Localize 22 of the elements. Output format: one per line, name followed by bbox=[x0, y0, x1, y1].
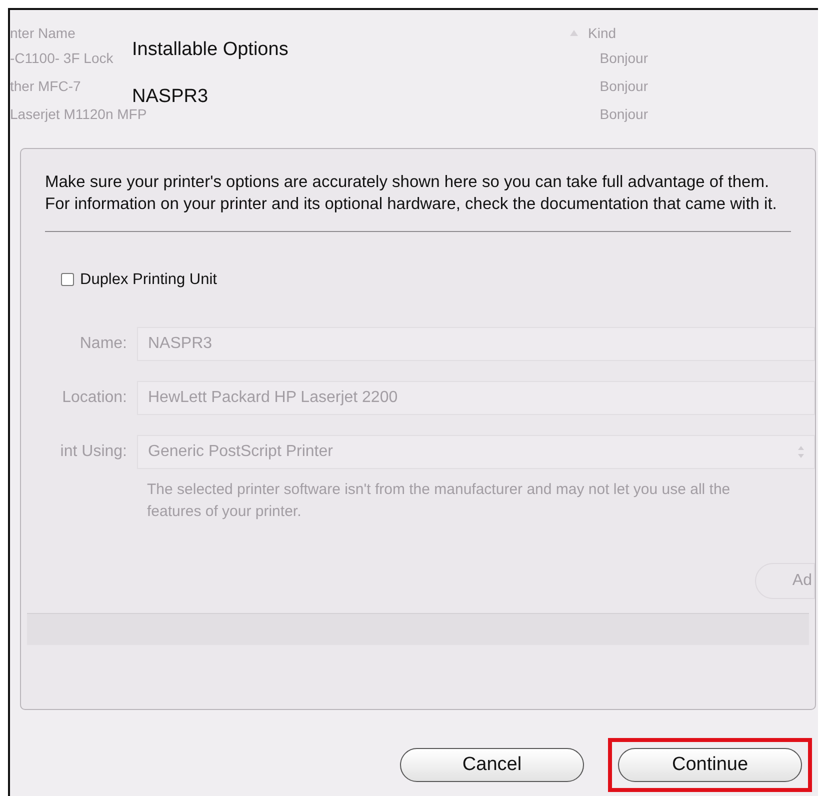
field-label: int Using: bbox=[59, 442, 127, 462]
field-label: Location: bbox=[61, 388, 127, 408]
add-button[interactable]: Ad bbox=[755, 563, 815, 600]
list-cell-text: ther MFC-7 bbox=[10, 76, 81, 96]
list-cell-text: Bonjour bbox=[600, 104, 648, 124]
list-cell-text: -C1100- 3F Lock bbox=[10, 48, 114, 68]
printer-select[interactable]: Generic PostScript Printer bbox=[137, 435, 815, 470]
sort-triangle-icon bbox=[570, 30, 578, 36]
dialog-title: Installable Options bbox=[132, 38, 288, 62]
duplex-checkbox[interactable]: Duplex Printing Unit bbox=[61, 268, 217, 292]
stepper-arrows-icon bbox=[798, 446, 804, 458]
continue-button[interactable]: Continue bbox=[618, 748, 802, 782]
field-label: Name: bbox=[78, 334, 127, 354]
cancel-button[interactable]: Cancel bbox=[400, 748, 584, 782]
column-header: Kind bbox=[588, 24, 616, 42]
column-header: nter Name bbox=[10, 24, 76, 42]
text-field[interactable]: NASPR3 bbox=[137, 327, 815, 362]
list-cell-text: Bonjour bbox=[600, 76, 648, 96]
driver-note: The selected printer software isn't from the manufacturer and may not let you use all the features of your printer. bbox=[147, 480, 732, 522]
list-cell-text: Bonjour bbox=[600, 48, 648, 68]
instructions-text: Make sure your printer's options are accurately shown here so you can take full advantage of them. For information on your printer and its optional hardware, check the documentation that came with it. bbox=[45, 172, 778, 215]
text-field[interactable]: HewLett Packard HP Laserjet 2200 bbox=[137, 381, 815, 416]
